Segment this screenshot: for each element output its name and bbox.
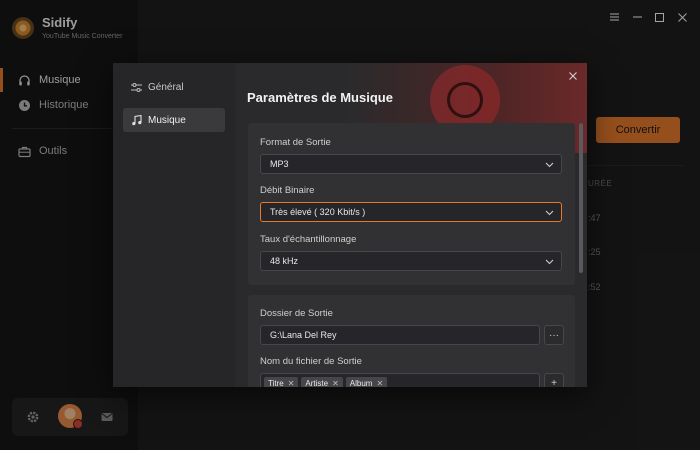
output-folder-label: Dossier de Sortie: [260, 308, 333, 319]
settings-nav-general[interactable]: Général: [123, 75, 225, 99]
filename-tag: Titre ✕: [264, 376, 299, 388]
audio-settings-panel: Format de Sortie MP3 Débit Binaire Très …: [248, 123, 575, 285]
scrollbar-thumb[interactable]: [579, 123, 583, 273]
tag-label: Titre: [268, 378, 284, 388]
chevron-down-icon: [545, 257, 554, 266]
format-label: Format de Sortie: [260, 137, 331, 148]
close-dialog-icon[interactable]: [566, 69, 580, 83]
samplerate-label: Taux d'échantillonnage: [260, 234, 357, 245]
bitrate-select[interactable]: Très élevé ( 320 Kbit/s ): [260, 202, 562, 222]
youtube-music-ring: [447, 82, 483, 118]
settings-nav-musique[interactable]: Musique: [123, 108, 225, 132]
format-value: MP3: [270, 159, 289, 169]
menu-icon[interactable]: [608, 11, 620, 23]
format-select[interactable]: MP3: [260, 154, 562, 174]
filename-tag: Album ✕: [345, 376, 388, 388]
samplerate-value: 48 kHz: [270, 256, 299, 266]
remove-tag-icon[interactable]: ✕: [288, 379, 295, 388]
sliders-icon: [131, 82, 142, 93]
minimize-icon[interactable]: [631, 11, 643, 23]
settings-nav-label: Général: [148, 81, 184, 93]
filename-tags-input[interactable]: Titre ✕ Artiste ✕ Album ✕: [260, 373, 540, 387]
settings-content: Paramètres de Musique Format de Sortie M…: [235, 63, 587, 387]
tag-label: Artiste: [305, 378, 329, 388]
bitrate-label: Débit Binaire: [260, 185, 315, 196]
samplerate-select[interactable]: 48 kHz: [260, 251, 562, 271]
output-folder-input[interactable]: G:\Lana Del Rey: [260, 325, 540, 345]
bitrate-value: Très élevé ( 320 Kbit/s ): [270, 207, 366, 217]
filename-tag: Artiste ✕: [301, 376, 343, 388]
add-tag-button[interactable]: +: [544, 373, 564, 387]
browse-folder-button[interactable]: ···: [544, 325, 564, 345]
music-note-icon: [131, 114, 142, 126]
maximize-icon[interactable]: [653, 11, 665, 23]
close-window-icon[interactable]: [676, 11, 688, 23]
tag-label: Album: [349, 378, 373, 388]
output-settings-panel: Dossier de Sortie G:\Lana Del Rey ··· No…: [248, 295, 575, 387]
chevron-down-icon: [545, 208, 554, 217]
remove-tag-icon[interactable]: ✕: [332, 379, 339, 388]
chevron-down-icon: [545, 160, 554, 169]
settings-dialog: Général Musique Paramètres de Musique Fo…: [113, 63, 587, 387]
remove-tag-icon[interactable]: ✕: [376, 379, 383, 388]
dialog-title: Paramètres de Musique: [247, 90, 393, 105]
output-folder-value: G:\Lana Del Rey: [270, 330, 337, 340]
settings-nav-label: Musique: [148, 114, 186, 126]
filename-label: Nom du fichier de Sortie: [260, 356, 362, 367]
settings-nav: Général Musique: [113, 63, 235, 387]
